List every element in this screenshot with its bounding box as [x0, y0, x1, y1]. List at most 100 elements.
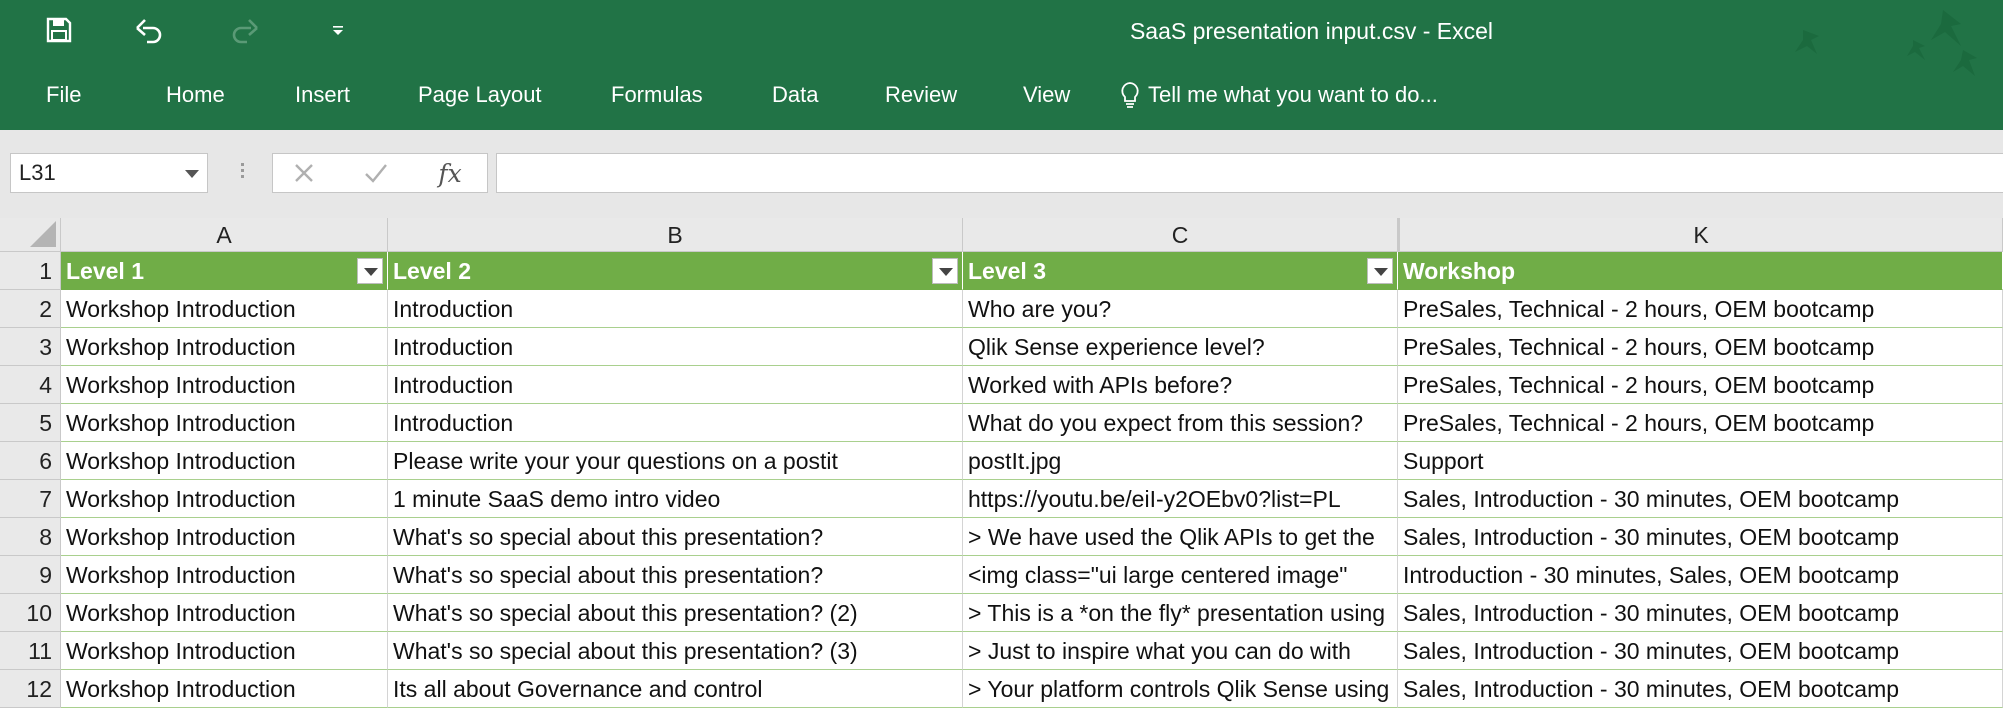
column-header-k[interactable]: K	[1398, 218, 2003, 252]
column-header-c[interactable]: C	[963, 218, 1398, 252]
row-header-8[interactable]: 8	[0, 518, 61, 556]
tab-formulas[interactable]: Formulas	[611, 78, 703, 112]
row-header-5[interactable]: 5	[0, 404, 61, 442]
cell-k11[interactable]: Sales, Introduction - 30 minutes, OEM bo…	[1398, 632, 2003, 670]
cell-a5[interactable]: Workshop Introduction	[61, 404, 388, 442]
cell-a8[interactable]: Workshop Introduction	[61, 518, 388, 556]
header-label: Level 1	[66, 258, 144, 284]
select-all-button[interactable]	[0, 218, 61, 252]
cell-value: What's so special about this presentatio…	[393, 638, 858, 664]
cell-k3[interactable]: PreSales, Technical - 2 hours, OEM bootc…	[1398, 328, 2003, 366]
cell-a3[interactable]: Workshop Introduction	[61, 328, 388, 366]
cell-c4[interactable]: Worked with APIs before?	[963, 366, 1398, 404]
header-label: Level 2	[393, 258, 471, 284]
cell-k9[interactable]: Introduction - 30 minutes, Sales, OEM bo…	[1398, 556, 2003, 594]
insert-function-button[interactable]: fx	[425, 154, 475, 192]
row-header-10[interactable]: 10	[0, 594, 61, 632]
cell-k5[interactable]: PreSales, Technical - 2 hours, OEM bootc…	[1398, 404, 2003, 442]
cell-value: Workshop Introduction	[66, 372, 296, 398]
row-header-4[interactable]: 4	[0, 366, 61, 404]
cell-a7[interactable]: Workshop Introduction	[61, 480, 388, 518]
cell-value: Worked with APIs before?	[968, 372, 1233, 398]
cell-b3[interactable]: Introduction	[388, 328, 963, 366]
filter-dropdown-icon[interactable]	[357, 258, 383, 284]
cell-c7[interactable]: https://youtu.be/eiI-y2OEbv0?list=PL	[963, 480, 1398, 518]
row-header-3[interactable]: 3	[0, 328, 61, 366]
table-header-cell[interactable]: Level 3	[963, 252, 1398, 290]
row-header-1[interactable]: 1	[0, 252, 61, 290]
cell-b11[interactable]: What's so special about this presentatio…	[388, 632, 963, 670]
name-box-value: L31	[19, 160, 56, 185]
cell-a10[interactable]: Workshop Introduction	[61, 594, 388, 632]
cell-b5[interactable]: Introduction	[388, 404, 963, 442]
row-header-7[interactable]: 7	[0, 480, 61, 518]
column-header-a[interactable]: A	[61, 218, 388, 252]
cell-value: What do you expect from this session?	[968, 410, 1364, 436]
tab-review[interactable]: Review	[885, 78, 957, 112]
cell-k6[interactable]: Support	[1398, 442, 2003, 480]
cell-c8[interactable]: > We have used the Qlik APIs to get the	[963, 518, 1398, 556]
cell-a12[interactable]: Workshop Introduction	[61, 670, 388, 708]
row-header-12[interactable]: 12	[0, 670, 61, 708]
header-label: Level 3	[968, 258, 1046, 284]
tab-file[interactable]: File	[46, 78, 81, 112]
table-header-cell[interactable]: Workshop	[1398, 252, 2003, 290]
cell-a2[interactable]: Workshop Introduction	[61, 290, 388, 328]
cell-a6[interactable]: Workshop Introduction	[61, 442, 388, 480]
cell-k4[interactable]: PreSales, Technical - 2 hours, OEM bootc…	[1398, 366, 2003, 404]
chevron-down-icon[interactable]	[185, 170, 199, 178]
row-header-6[interactable]: 6	[0, 442, 61, 480]
cell-value: Workshop Introduction	[66, 600, 296, 626]
cell-b4[interactable]: Introduction	[388, 366, 963, 404]
cell-b6[interactable]: Please write your your questions on a po…	[388, 442, 963, 480]
cell-b2[interactable]: Introduction	[388, 290, 963, 328]
tab-home[interactable]: Home	[166, 78, 225, 112]
drag-handle-icon[interactable]	[239, 160, 245, 186]
tell-me-box[interactable]: Tell me what you want to do...	[1120, 78, 1438, 112]
table-header-cell[interactable]: Level 1	[61, 252, 388, 290]
table-header-cell[interactable]: Level 2	[388, 252, 963, 290]
filter-dropdown-icon[interactable]	[932, 258, 958, 284]
cell-value: Workshop Introduction	[66, 524, 296, 550]
cell-value: What's so special about this presentatio…	[393, 600, 858, 626]
cell-b7[interactable]: 1 minute SaaS demo intro video	[388, 480, 963, 518]
cancel-icon[interactable]	[279, 154, 329, 192]
cell-a4[interactable]: Workshop Introduction	[61, 366, 388, 404]
cell-c11[interactable]: > Just to inspire what you can do with	[963, 632, 1398, 670]
cell-b10[interactable]: What's so special about this presentatio…	[388, 594, 963, 632]
tab-insert[interactable]: Insert	[295, 78, 350, 112]
cell-c3[interactable]: Qlik Sense experience level?	[963, 328, 1398, 366]
row-header-2[interactable]: 2	[0, 290, 61, 328]
cell-c10[interactable]: > This is a *on the fly* presentation us…	[963, 594, 1398, 632]
enter-icon[interactable]	[351, 154, 401, 192]
name-box[interactable]: L31	[10, 153, 208, 193]
cell-b12[interactable]: Its all about Governance and control	[388, 670, 963, 708]
tab-view[interactable]: View	[1023, 78, 1070, 112]
cell-value: Workshop Introduction	[66, 410, 296, 436]
cell-k7[interactable]: Sales, Introduction - 30 minutes, OEM bo…	[1398, 480, 2003, 518]
row-header-9[interactable]: 9	[0, 556, 61, 594]
formula-input[interactable]	[496, 153, 2003, 193]
row-header-11[interactable]: 11	[0, 632, 61, 670]
cell-k8[interactable]: Sales, Introduction - 30 minutes, OEM bo…	[1398, 518, 2003, 556]
cell-k10[interactable]: Sales, Introduction - 30 minutes, OEM bo…	[1398, 594, 2003, 632]
cell-c12[interactable]: > Your platform controls Qlik Sense usin…	[963, 670, 1398, 708]
cell-b9[interactable]: What's so special about this presentatio…	[388, 556, 963, 594]
column-header-b[interactable]: B	[388, 218, 963, 252]
cell-value: Sales, Introduction - 30 minutes, OEM bo…	[1403, 486, 1900, 512]
cell-c6[interactable]: postIt.jpg	[963, 442, 1398, 480]
filter-dropdown-icon[interactable]	[1367, 258, 1393, 284]
cell-c5[interactable]: What do you expect from this session?	[963, 404, 1398, 442]
tab-page-layout[interactable]: Page Layout	[418, 78, 542, 112]
cell-k12[interactable]: Sales, Introduction - 30 minutes, OEM bo…	[1398, 670, 2003, 708]
cell-a11[interactable]: Workshop Introduction	[61, 632, 388, 670]
cell-value: Introduction	[393, 372, 514, 398]
cell-c2[interactable]: Who are you?	[963, 290, 1398, 328]
cell-a9[interactable]: Workshop Introduction	[61, 556, 388, 594]
cell-value: <img class="ui large centered image"	[968, 562, 1348, 588]
cell-c9[interactable]: <img class="ui large centered image"	[963, 556, 1398, 594]
cell-k2[interactable]: PreSales, Technical - 2 hours, OEM bootc…	[1398, 290, 2003, 328]
cell-b8[interactable]: What's so special about this presentatio…	[388, 518, 963, 556]
tab-data[interactable]: Data	[772, 78, 818, 112]
cell-value: Who are you?	[968, 296, 1112, 322]
